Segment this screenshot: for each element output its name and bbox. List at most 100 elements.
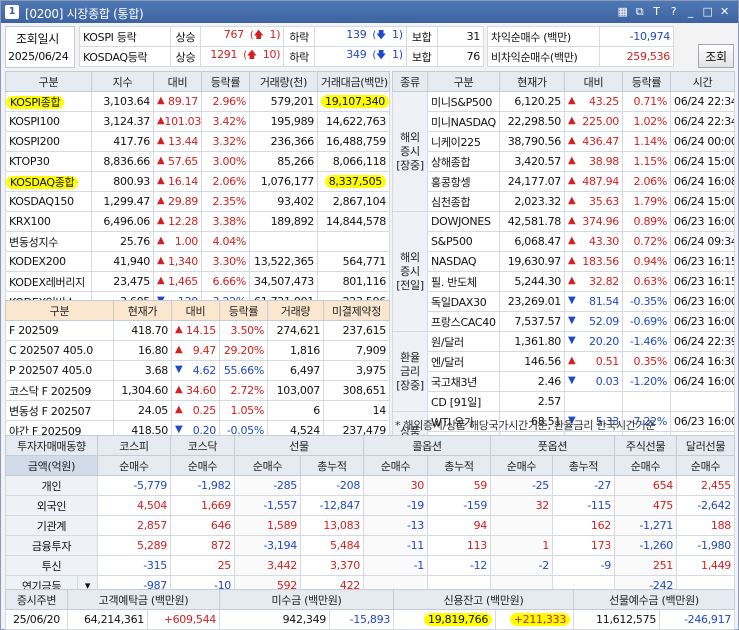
paren-close: ): [276, 48, 281, 61]
index-change-cell: ▲ 1,465: [153, 271, 202, 292]
world-row[interactable]: 필. 반도체 5,244.30 ▲ 32.82 0.63% 06/23 16:15: [393, 271, 735, 292]
investor-row[interactable]: 금융투자 5,289 872 -3,194 5,484 -11 113 1 173 -1,260-…: [5, 535, 736, 556]
world-row[interactable]: 해외 증시 [전일] DOWJONES 42,581.78 ▲ 374.96 0.89% 0…: [392, 211, 735, 332]
world-time: 06/24 22:34: [670, 111, 735, 132]
text-icon[interactable]: T: [649, 4, 664, 19]
world-group-label: 해외 증시 [장중]: [392, 91, 428, 212]
world-row[interactable]: 홍콩항셍 24,177.07 ▲ 487.94 2.06% 06/24 16:08: [393, 171, 735, 192]
external-link-icon[interactable]: ⧉: [632, 4, 647, 19]
index-row[interactable]: 변동성지수 25.76 ▲ 1.00 4.04%: [5, 231, 390, 252]
world-row[interactable]: 미니NASDAQ 22,298.50 ▲ 225.00 1.02% 06/24 22:34: [393, 111, 735, 132]
up-arrow-icon: ▲: [157, 95, 165, 106]
minimize-icon[interactable]: _: [683, 4, 698, 19]
investor-value: -9: [552, 555, 616, 576]
up-arrow-icon: ▲: [157, 235, 165, 246]
investor-subheader: 순매수: [490, 455, 554, 476]
up-arrow-icon: ▲: [568, 215, 576, 226]
world-change: 43.25: [589, 95, 619, 108]
index-row[interactable]: KODEX레버리지 23,475 ▲ 1,465 6.66% 34,507,473 801,…: [5, 271, 390, 292]
index-value: 417.76: [91, 131, 154, 152]
world-row[interactable]: 환율 금리 [장중] 원/달러 1,361.80 ▼ 20.20 -1.46% 06/24 …: [392, 331, 735, 412]
help-icon[interactable]: ?: [666, 4, 681, 19]
down-arrow-icon: ▼: [568, 315, 576, 326]
investor-row[interactable]: 기관계 2,857 646 1,589 13,083 -13 94 162 -1,271 188: [5, 515, 736, 536]
world-row[interactable]: 국고채3년 2.46 ▼ 0.03 -1.20% 06/24 16:00: [393, 371, 735, 392]
investor-value: 1,589: [234, 515, 301, 536]
investor-row[interactable]: 외국인 4,504 1,669 -1,557 -12,847 -19 -159 32 -115 4…: [5, 495, 736, 516]
futures-rate: 29.20%: [219, 340, 268, 361]
world-row[interactable]: CD [91일] 2.57: [393, 391, 735, 412]
world-rate: 0.72%: [622, 231, 671, 252]
up-arrow-icon: ▲: [568, 95, 576, 106]
world-rate: 0.94%: [622, 251, 671, 272]
index-row[interactable]: KOSPI200 417.76 ▲ 13.44 3.32% 236,366 16,488,7…: [5, 131, 390, 152]
futures-value: 3.68: [113, 360, 172, 381]
world-row[interactable]: 프랑스CAC40 7,537.57 ▼ 52.09 -0.69% 06/23 16:00: [393, 311, 735, 332]
investor-row[interactable]: 개인 -5,779 -1,982 -285 -208 30 59 -25 -27 654 2,455: [5, 475, 736, 496]
world-header: 구분: [427, 71, 500, 92]
unit-select[interactable]: 금액(억원): [5, 455, 98, 476]
up-arrow-icon: ▲: [157, 275, 165, 286]
futures-row[interactable]: 변동성 F 202507 24.05 ▲ 0.25 1.05% 6 14: [5, 400, 390, 421]
world-row[interactable]: 독일DAX30 23,269.01 ▼ 81.54 -0.35% 06/23 16:00: [393, 291, 735, 312]
futures-name: C 202507 405.0: [5, 340, 114, 361]
index-row[interactable]: KOSDAQ150 1,299.47 ▲ 29.89 2.35% 93,402 2,867,…: [5, 191, 390, 212]
world-change-cell: ▲ 436.47: [564, 131, 623, 152]
deposit-change: +609,544: [147, 609, 220, 630]
maximize-icon[interactable]: □: [700, 4, 715, 19]
world-rate: [622, 391, 671, 412]
futures-value: 16.80: [113, 340, 172, 361]
world-row[interactable]: S&P500 6,068.47 ▲ 43.30 0.72% 06/24 09:34: [393, 231, 735, 252]
index-name: 변동성지수: [9, 235, 59, 249]
investor-value: 4,504: [97, 495, 171, 516]
world-change: 32.82: [589, 275, 619, 288]
index-row[interactable]: KRX100 6,496.06 ▲ 12.28 3.38% 189,892 14,844,5…: [5, 211, 390, 232]
investor-subheader: 총누적: [552, 455, 616, 476]
world-value: 3,420.57: [499, 151, 565, 172]
world-row[interactable]: NASDAQ 19,630.97 ▲ 183.56 0.94% 06/23 16:15: [393, 251, 735, 272]
close-icon[interactable]: ✕: [717, 4, 732, 19]
index-row[interactable]: KTOP30 8,836.66 ▲ 57.65 3.00% 85,266 8,066,118: [5, 151, 390, 172]
world-change: 225.00: [582, 115, 619, 128]
futures-row[interactable]: C 202507 405.0 16.80 ▲ 9.47 29.20% 1,816 7,909: [5, 340, 390, 361]
world-row[interactable]: 니케이225 38,790.56 ▲ 436.47 1.14% 06/24 00:00: [393, 131, 735, 152]
world-change-cell: ▼ 81.54: [564, 291, 623, 312]
index-row[interactable]: KOSDAQ종합 800.93 ▲ 16.14 2.06% 1,076,177 8,337,…: [5, 171, 390, 192]
futures-row[interactable]: F 202509 418.70 ▲ 14.15 3.50% 274,621 237,615: [5, 320, 390, 341]
up-arrow-icon: ▲: [568, 115, 576, 126]
investor-value: -12: [427, 555, 492, 576]
world-name: S&P500: [427, 231, 500, 252]
index-amount: 16,488,759: [326, 135, 386, 148]
investor-subheader: 순매수: [363, 455, 429, 476]
world-name: 필. 반도체: [427, 271, 500, 292]
index-volume: 13,522,365: [249, 251, 318, 272]
index-row[interactable]: KODEX200 41,940 ▲ 1,340 3.30% 13,522,365 564,7…: [5, 251, 390, 272]
index-value: 25.76: [91, 231, 154, 252]
world-change-cell: ▼ 0.03: [564, 371, 623, 392]
futures-header: 대비: [171, 300, 220, 321]
paren-close: ): [276, 28, 281, 41]
index-name-cell: KODEX200: [5, 251, 92, 272]
world-row[interactable]: 심천종합 2,023.32 ▲ 35.63 1.79% 06/24 15:00: [393, 191, 735, 212]
grid-icon[interactable]: ▦: [615, 4, 630, 19]
investor-value: 3,442: [234, 555, 301, 576]
investor-value: 872: [170, 535, 235, 556]
world-time: 06/24 16:30: [670, 351, 735, 372]
index-row[interactable]: KOSPI종합 3,103.64 ▲ 89.17 2.96% 579,201 19,107,…: [5, 91, 390, 112]
futures-volume: 6: [267, 400, 324, 421]
world-change-cell: ▲ 225.00: [564, 111, 623, 132]
investor-value: -1,982: [170, 475, 235, 496]
futures-row[interactable]: P 202507 405.0 3.68 ▼ 4.62 55.66% 6,497 3,975: [5, 360, 390, 381]
futures-row[interactable]: 코스닥 F 202509 1,304.60 ▲ 34.60 2.72% 103,007 30…: [5, 380, 390, 401]
index-row[interactable]: KOSPI100 3,124.37 ▲ 101.03 3.42% 195,989 14,62…: [5, 111, 390, 132]
world-row[interactable]: 엔/달러 146.56 ▲ 0.51 0.35% 06/24 16:30: [393, 351, 735, 372]
title-bar: 1 [0200] 시장종합 (통합) ▦ ⧉ T ? _ □ ✕: [1, 1, 738, 23]
index-name-cell: KOSDAQ종합: [5, 171, 92, 192]
futures-header: 등락률: [219, 300, 268, 321]
investor-value: -1: [363, 555, 429, 576]
world-row[interactable]: 상해종합 3,420.57 ▲ 38.98 1.15% 06/24 15:00: [393, 151, 735, 172]
world-row[interactable]: 해외 증시 [장중] 미니S&P500 6,120.25 ▲ 43.25 0.71% 06/…: [392, 91, 735, 212]
investor-row[interactable]: 투신 -315 25 3,442 3,370 -1 -12 -2 -9 251 1,449: [5, 555, 736, 576]
investor-header: 달러선물: [676, 435, 736, 456]
query-button[interactable]: 조회: [698, 44, 734, 68]
